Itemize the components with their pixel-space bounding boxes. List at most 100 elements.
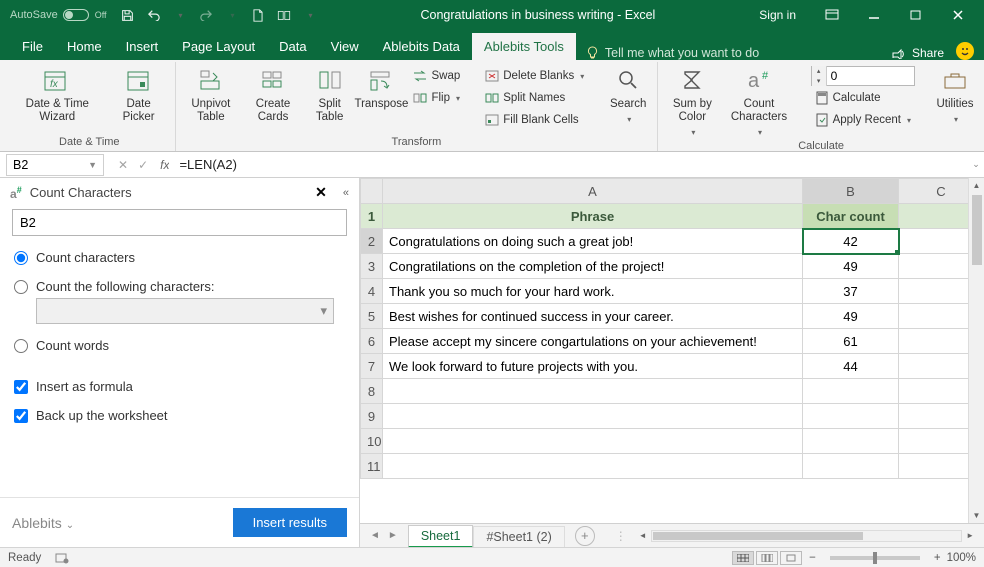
cell-a10[interactable] bbox=[383, 429, 803, 454]
cell-b11[interactable] bbox=[803, 454, 899, 479]
formula-input[interactable] bbox=[169, 154, 968, 176]
count-characters-button[interactable]: a#Count Characters bbox=[724, 62, 793, 140]
sheet-tab-sheet1[interactable]: Sheet1 bbox=[408, 525, 474, 548]
view-page-layout-icon[interactable] bbox=[756, 551, 778, 565]
cell-a3[interactable]: Congratilations on the completion of the… bbox=[383, 254, 803, 279]
close-icon[interactable] bbox=[944, 5, 972, 25]
qat-customize-icon[interactable] bbox=[303, 8, 317, 22]
tell-me-search[interactable]: Tell me what you want to do bbox=[576, 46, 769, 60]
ribbon-display-icon[interactable] bbox=[818, 5, 846, 25]
maximize-icon[interactable] bbox=[902, 5, 930, 25]
sheet-nav-prev-icon[interactable]: ► bbox=[388, 530, 398, 541]
col-header-b[interactable]: B bbox=[803, 179, 899, 204]
hscroll-right-icon[interactable]: ► bbox=[962, 531, 978, 540]
split-names-button[interactable]: Split Names bbox=[481, 88, 588, 108]
scroll-up-icon[interactable]: ▲ bbox=[973, 178, 981, 193]
row-header-4[interactable]: 4 bbox=[361, 279, 383, 304]
undo-dropdown-icon[interactable] bbox=[173, 8, 187, 22]
split-table-button[interactable]: Split Table bbox=[306, 62, 353, 126]
date-time-wizard-button[interactable]: fx Date & Time Wizard bbox=[10, 62, 105, 126]
tab-ablebits-tools[interactable]: Ablebits Tools bbox=[472, 33, 576, 60]
precision-numbox[interactable]: ▴▾ bbox=[811, 66, 915, 86]
name-box[interactable]: B2 ▼ bbox=[6, 154, 104, 176]
cell-b10[interactable] bbox=[803, 429, 899, 454]
numbox-down[interactable]: ▾ bbox=[812, 76, 826, 86]
zoom-out-button[interactable]: − bbox=[809, 552, 816, 564]
numbox-up[interactable]: ▴ bbox=[812, 66, 826, 76]
row-header-6[interactable]: 6 bbox=[361, 329, 383, 354]
autosave-toggle-icon[interactable] bbox=[63, 9, 89, 21]
hscroll-thumb[interactable] bbox=[653, 532, 863, 540]
taskpane-collapse-icon[interactable]: « bbox=[343, 187, 349, 199]
taskpane-brand[interactable]: Ablebits ⌄ bbox=[12, 515, 74, 531]
cell-a7[interactable]: We look forward to future projects with … bbox=[383, 354, 803, 379]
radio-count-words[interactable]: Count words bbox=[14, 338, 345, 353]
vertical-scrollbar[interactable]: ▲ ▼ bbox=[968, 178, 984, 523]
apply-recent-button[interactable]: Apply Recent bbox=[811, 110, 915, 130]
calculate-button[interactable]: Calculate bbox=[811, 88, 915, 108]
tab-ablebits-data[interactable]: Ablebits Data bbox=[371, 33, 472, 60]
tab-file[interactable]: File bbox=[10, 33, 55, 60]
taskpane-close-icon[interactable]: ✕ bbox=[315, 184, 327, 201]
view-normal-icon[interactable] bbox=[732, 551, 754, 565]
sign-in-link[interactable]: Sign in bbox=[759, 8, 796, 22]
tab-insert[interactable]: Insert bbox=[114, 33, 171, 60]
check-backup[interactable]: Back up the worksheet bbox=[14, 408, 345, 423]
select-all-cell[interactable] bbox=[361, 179, 383, 204]
cell-b3[interactable]: 49 bbox=[803, 254, 899, 279]
fill-blank-button[interactable]: Fill Blank Cells bbox=[481, 110, 588, 130]
cell-a4[interactable]: Thank you so much for your hard work. bbox=[383, 279, 803, 304]
create-cards-button[interactable]: Create Cards bbox=[244, 62, 302, 126]
cell-b4[interactable]: 37 bbox=[803, 279, 899, 304]
radio-count-characters[interactable]: Count characters bbox=[14, 250, 345, 265]
zoom-level[interactable]: 100% bbox=[947, 552, 976, 564]
share-button[interactable]: Share bbox=[880, 46, 956, 60]
row-header-1[interactable]: 1 bbox=[361, 204, 383, 229]
check-insert-formula[interactable]: Insert as formula bbox=[14, 379, 345, 394]
tab-page-layout[interactable]: Page Layout bbox=[170, 33, 267, 60]
name-box-dropdown-icon[interactable]: ▼ bbox=[88, 160, 97, 170]
tab-view[interactable]: View bbox=[319, 33, 371, 60]
row-header-5[interactable]: 5 bbox=[361, 304, 383, 329]
formula-expand-icon[interactable]: ⌄ bbox=[968, 159, 984, 170]
macro-record-icon[interactable] bbox=[55, 552, 69, 564]
flip-button[interactable]: Flip bbox=[409, 88, 464, 108]
cell-b1[interactable]: Char count bbox=[803, 204, 899, 229]
row-header-8[interactable]: 8 bbox=[361, 379, 383, 404]
col-header-a[interactable]: A bbox=[383, 179, 803, 204]
cells-grid[interactable]: A B C 1PhraseChar count 2Congratulations… bbox=[360, 178, 984, 479]
fx-icon[interactable]: fx bbox=[160, 158, 169, 172]
tab-data[interactable]: Data bbox=[267, 33, 318, 60]
cell-b2[interactable]: 42 bbox=[803, 229, 899, 254]
numbox-input[interactable] bbox=[827, 67, 881, 85]
horizontal-scrollbar[interactable]: ⋮ ◄ ► bbox=[595, 529, 984, 543]
save-icon[interactable] bbox=[121, 8, 135, 22]
date-picker-button[interactable]: Date Picker bbox=[109, 62, 169, 126]
cell-a2[interactable]: Congratulations on doing such a great jo… bbox=[383, 229, 803, 254]
scroll-thumb[interactable] bbox=[972, 195, 982, 265]
sheet-nav-first-icon[interactable]: ◄ bbox=[370, 530, 380, 541]
utilities-button[interactable]: Utilities bbox=[932, 62, 978, 126]
cell-a9[interactable] bbox=[383, 404, 803, 429]
cell-b6[interactable]: 61 bbox=[803, 329, 899, 354]
cell-b7[interactable]: 44 bbox=[803, 354, 899, 379]
row-header-10[interactable]: 10 bbox=[361, 429, 383, 454]
accept-formula-icon[interactable]: ✓ bbox=[138, 158, 148, 172]
swap-button[interactable]: Swap bbox=[409, 66, 464, 86]
delete-blanks-button[interactable]: Delete Blanks bbox=[481, 66, 588, 86]
cell-b5[interactable]: 49 bbox=[803, 304, 899, 329]
search-button[interactable]: Search bbox=[605, 62, 651, 126]
add-sheet-button[interactable]: + bbox=[575, 526, 595, 546]
zoom-in-button[interactable]: + bbox=[934, 552, 941, 564]
unpivot-button[interactable]: Unpivot Table bbox=[182, 62, 241, 126]
cell-a11[interactable] bbox=[383, 454, 803, 479]
cell-a5[interactable]: Best wishes for continued success in you… bbox=[383, 304, 803, 329]
new-file-icon[interactable] bbox=[251, 8, 265, 22]
radio-count-following[interactable]: Count the following characters: bbox=[14, 279, 345, 294]
undo-icon[interactable] bbox=[147, 8, 161, 22]
range-input[interactable] bbox=[12, 209, 347, 236]
feedback-smiley-icon[interactable] bbox=[956, 42, 974, 60]
cell-a8[interactable] bbox=[383, 379, 803, 404]
cell-a1[interactable]: Phrase bbox=[383, 204, 803, 229]
cancel-formula-icon[interactable]: ✕ bbox=[118, 158, 128, 172]
